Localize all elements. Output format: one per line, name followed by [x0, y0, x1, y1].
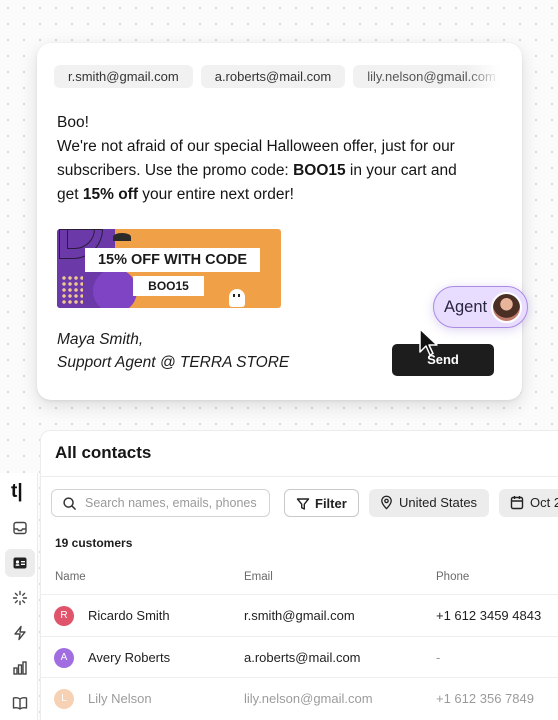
date-filter-chip[interactable]: Oct 2 — [499, 489, 558, 517]
search-box[interactable] — [51, 489, 270, 517]
contact-name: Lily Nelson — [88, 691, 152, 706]
text: your entire next order! — [137, 186, 294, 203]
contact-email: lily.nelson@gmail.com — [244, 691, 373, 706]
inbox-nav-item[interactable] — [5, 514, 35, 542]
ai-nav-item[interactable] — [5, 584, 35, 612]
email-signature: Maya Smith, Support Agent @ TERRA STORE — [57, 328, 289, 374]
contact-email: a.roberts@mail.com — [244, 650, 361, 665]
agent-label: Agent — [444, 298, 488, 316]
table-row[interactable]: A Avery Roberts a.roberts@mail.com - — [41, 637, 558, 678]
filter-label: Filter — [315, 496, 347, 511]
bar-chart-icon — [13, 661, 27, 675]
divider — [41, 476, 558, 477]
table-row[interactable]: R Ricardo Smith r.smith@gmail.com +1 612… — [41, 595, 558, 636]
recipient-chip[interactable]: lily.nelson@gmail.com — [353, 65, 501, 88]
date-filter-label: Oct 2 — [530, 495, 558, 510]
table-row[interactable]: L Lily Nelson lily.nelson@gmail.com +1 6… — [41, 678, 558, 719]
email-line: get 15% off your entire next order! — [57, 183, 497, 207]
app-logo: t| — [11, 481, 23, 502]
discount-text: 15% off — [82, 186, 138, 203]
recipient-list: r.smith@gmail.com a.roberts@mail.com lil… — [54, 65, 501, 88]
email-line: subscribers. Use the promo code: BOO15 i… — [57, 159, 497, 183]
mouse-cursor-icon — [419, 328, 438, 356]
filter-icon — [296, 498, 310, 510]
contact-name: Avery Roberts — [88, 650, 171, 665]
email-line: We're not afraid of our special Hallowee… — [57, 138, 455, 155]
contact-email: r.smith@gmail.com — [244, 608, 355, 623]
column-header-email[interactable]: Email — [244, 571, 273, 583]
calendar-icon — [510, 496, 524, 510]
contact-phone: +1 612 3459 4843 — [436, 608, 542, 623]
contact-phone: - — [436, 650, 441, 665]
search-input[interactable] — [85, 494, 265, 512]
email-preview-card: r.smith@gmail.com a.roberts@mail.com lil… — [37, 43, 522, 400]
promo-banner-image: 15% OFF WITH CODE BOO15 — [57, 229, 281, 308]
bat-decoration — [113, 233, 131, 241]
banner-decoration — [61, 275, 83, 305]
location-pin-icon — [381, 495, 392, 510]
agent-avatar — [491, 292, 522, 323]
country-filter-chip[interactable]: United States — [369, 489, 489, 517]
contact-card-icon — [13, 557, 27, 569]
sparkle-icon — [12, 590, 28, 606]
promo-code: BOO15 — [293, 162, 346, 179]
text: get — [57, 186, 83, 203]
search-icon — [63, 497, 76, 510]
inbox-icon — [13, 521, 27, 535]
contact-name: Ricardo Smith — [88, 608, 170, 623]
contacts-nav-item[interactable] — [5, 549, 35, 577]
column-header-phone[interactable]: Phone — [436, 571, 469, 583]
contact-avatar: L — [54, 689, 74, 709]
filter-button[interactable]: Filter — [284, 489, 359, 517]
book-icon — [12, 697, 28, 710]
page-title: All contacts — [55, 443, 152, 462]
banner-code: BOO15 — [133, 276, 204, 296]
signature-name: Maya Smith, — [57, 331, 144, 348]
automation-nav-item[interactable] — [5, 619, 35, 647]
lightning-icon — [14, 625, 26, 641]
text: in your cart and — [345, 162, 457, 179]
contact-phone: +1 612 356 7849 — [436, 691, 534, 706]
ghost-icon — [229, 289, 245, 307]
signature-role: Support Agent @ TERRA STORE — [57, 354, 290, 371]
knowledge-nav-item[interactable] — [5, 689, 35, 717]
banner-decoration — [93, 269, 137, 308]
agent-badge[interactable]: Agent — [433, 286, 528, 328]
customer-count: 19 customers — [55, 536, 133, 550]
reports-nav-item[interactable] — [5, 654, 35, 682]
send-button[interactable]: Send — [392, 344, 494, 376]
country-filter-label: United States — [399, 495, 478, 510]
banner-title: 15% OFF WITH CODE — [85, 248, 260, 272]
column-header-name[interactable]: Name — [55, 571, 86, 583]
recipient-chip[interactable]: a.roberts@mail.com — [200, 65, 346, 88]
recipient-chip[interactable]: r.smith@gmail.com — [54, 65, 193, 88]
app-sidebar: t| — [0, 473, 38, 720]
contacts-panel: All contacts Filter United States Oct 2 … — [40, 430, 558, 720]
contact-avatar: A — [54, 648, 74, 668]
text: subscribers. Use the promo code: — [57, 162, 294, 179]
contact-avatar: R — [54, 606, 74, 626]
email-body: Boo! We're not afraid of our special Hal… — [57, 111, 497, 207]
email-greeting: Boo! — [57, 114, 89, 131]
